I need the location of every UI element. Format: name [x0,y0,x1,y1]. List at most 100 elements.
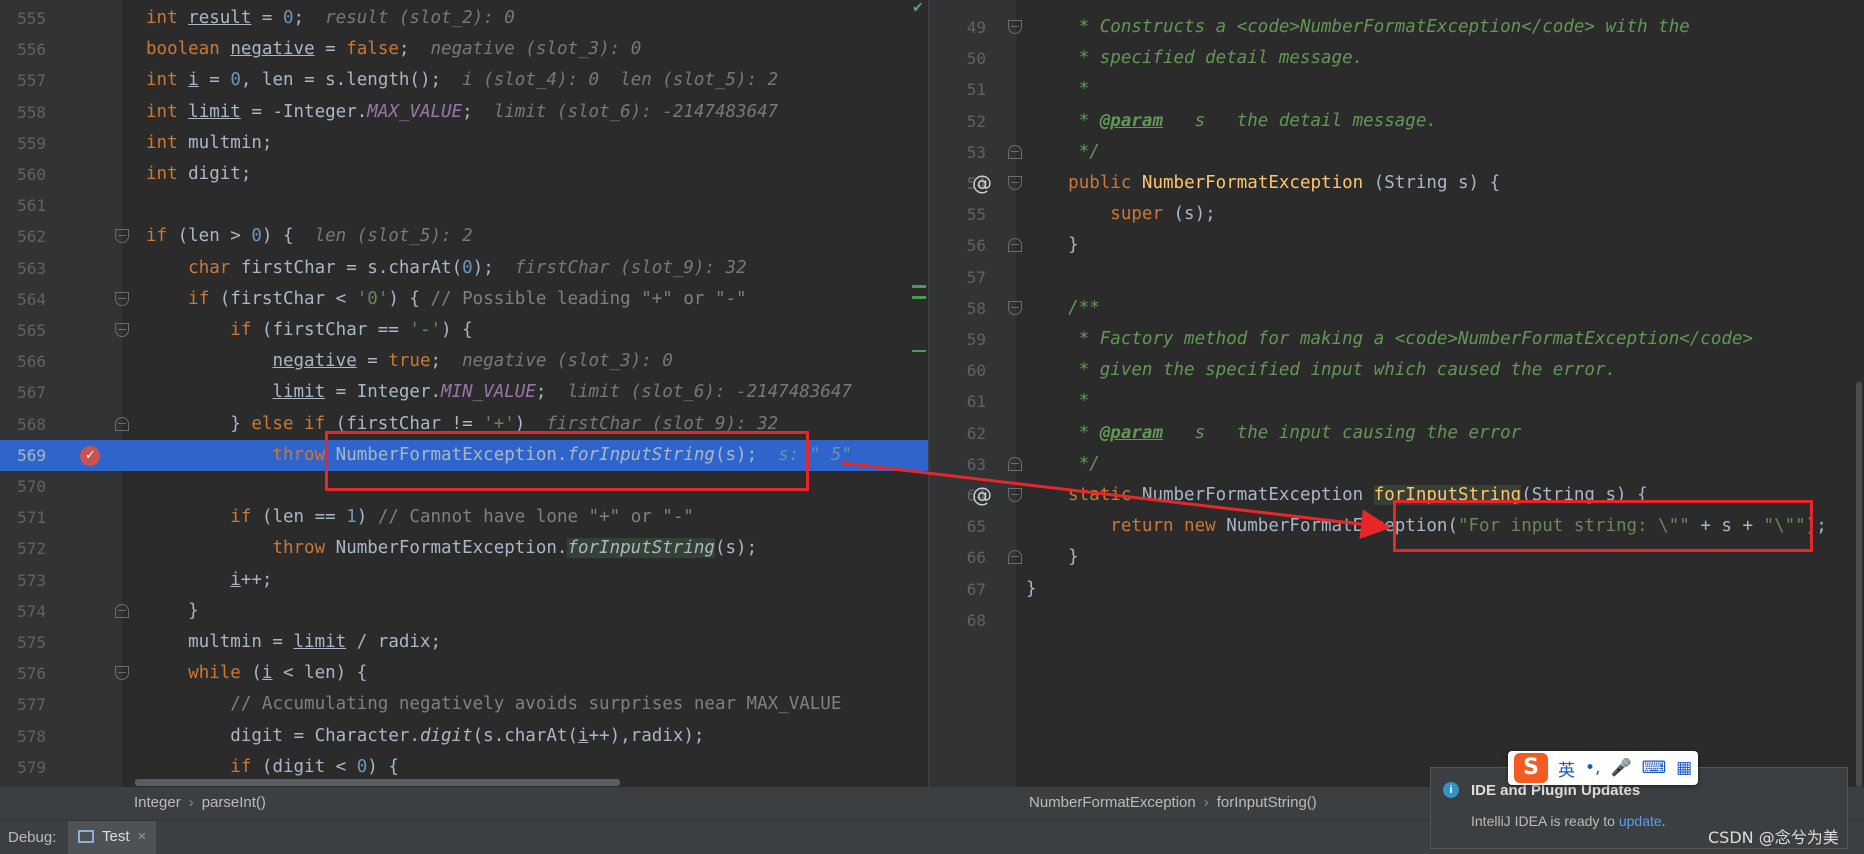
override-marker-icon[interactable]: @ [972,168,992,199]
code-line[interactable]: 578 digit = Character.digit(s.charAt(i++… [0,721,928,752]
fold-toggle-icon[interactable] [1008,550,1022,565]
fold-toggle-icon[interactable] [115,603,129,618]
code-line[interactable]: 57 [930,262,1864,293]
code-line[interactable]: 53 */ [930,137,1864,168]
breadcrumb-method[interactable]: parseInt() [202,794,266,811]
line-number[interactable]: 573 [0,565,46,596]
microphone-icon[interactable]: 🎤 [1610,758,1631,778]
line-number[interactable]: 567 [0,377,46,408]
line-number[interactable]: 57 [940,262,986,293]
fold-toggle-icon[interactable] [1008,144,1022,159]
code-line[interactable]: 567 limit = Integer.MIN_VALUE; limit (sl… [0,377,928,408]
horizontal-scrollbar-thumb[interactable] [135,779,620,786]
line-number[interactable]: 556 [0,34,46,65]
fold-toggle-icon[interactable] [115,416,129,431]
code-line[interactable]: 68 [930,605,1864,636]
code-line[interactable]: 60 * given the specified input which cau… [930,355,1864,386]
line-number[interactable]: 59 [940,324,986,355]
code-line[interactable]: 558 int limit = -Integer.MAX_VALUE; limit… [0,97,928,128]
code-line[interactable]: 59 * Factory method for making a <code>N… [930,324,1864,355]
code-line[interactable]: 576 while (i < len) { [0,658,928,689]
line-number[interactable]: 557 [0,65,46,96]
breadcrumb-method[interactable]: forInputString() [1217,794,1317,811]
code-line[interactable]: 63 */ [930,449,1864,480]
code-line[interactable]: 58 /** [930,293,1864,324]
code-line[interactable]: 562 if (len > 0) { len (slot_5): 2 [0,221,928,252]
code-line[interactable]: 54 @ public NumberFormatException (String… [930,168,1864,199]
debug-tab-test[interactable]: Test × [68,821,157,854]
fold-toggle-icon[interactable] [115,291,129,306]
code-line[interactable]: 577 // Accumulating negatively avoids su… [0,689,928,720]
fold-toggle-icon[interactable] [115,666,129,681]
code-line[interactable]: 573 i++; [0,565,928,596]
fold-toggle-icon[interactable] [1008,300,1022,315]
line-number[interactable]: 55 [940,199,986,230]
line-number[interactable]: 577 [0,689,46,720]
fold-toggle-icon[interactable] [1008,176,1022,190]
line-number[interactable]: 62 [940,418,986,449]
line-number[interactable]: 555 [0,3,46,34]
keyboard-icon[interactable]: ⌨ [1642,758,1667,778]
fold-toggle-icon[interactable] [1008,488,1022,502]
breadcrumb-class[interactable]: NumberFormatException [1029,794,1196,811]
line-number[interactable]: 558 [0,97,46,128]
code-line[interactable]: 564 if (firstChar < '0') { // Possible l… [0,284,928,315]
code-line[interactable]: 62 * @param s the input causing the erro… [930,418,1864,449]
code-line[interactable]: 556 boolean negative = false; negative (s… [0,34,928,65]
vertical-scrollbar-thumb[interactable] [1856,382,1862,787]
right-editor[interactable]: 49 * Constructs a <code>NumberFormatExce… [930,0,1864,787]
code-line[interactable]: 572 throw NumberFormatException.forInput… [0,533,928,564]
code-line[interactable]: 49 * Constructs a <code>NumberFormatExce… [930,12,1864,43]
fold-toggle-icon[interactable] [1008,456,1022,471]
code-line[interactable]: 560 int digit; [0,159,928,190]
line-number[interactable]: 578 [0,721,46,752]
line-number[interactable]: 571 [0,502,46,533]
line-number[interactable]: 572 [0,533,46,564]
line-number[interactable]: 575 [0,627,46,658]
code-line[interactable]: 566 negative = true; negative (slot_3): … [0,346,928,377]
code-line[interactable]: 56 } [930,230,1864,261]
line-number[interactable]: 570 [0,471,46,502]
code-line[interactable]: 557 int i = 0, len = s.length(); i (slot_… [0,65,928,96]
breadcrumb-class[interactable]: Integer [134,794,181,811]
line-number[interactable]: 58 [940,293,986,324]
code-line[interactable]: 51 * [930,74,1864,105]
line-number[interactable]: 67 [940,574,986,605]
code-line[interactable]: 563 char firstChar = s.charAt(0); firstC… [0,253,928,284]
code-line[interactable]: 67} [930,574,1864,605]
code-line[interactable]: 561 [0,190,928,221]
line-number[interactable]: 60 [940,355,986,386]
line-number[interactable]: 61 [940,386,986,417]
line-number[interactable]: 565 [0,315,46,346]
line-number[interactable]: 568 [0,409,46,440]
line-number[interactable]: 50 [940,43,986,74]
code-line[interactable]: 574 } [0,596,928,627]
line-number[interactable]: 53 [940,137,986,168]
line-number[interactable]: 564 [0,284,46,315]
fold-toggle-icon[interactable] [1008,238,1022,253]
update-link[interactable]: update [1619,813,1662,829]
line-number[interactable]: 563 [0,253,46,284]
ime-punctuation-toggle[interactable]: •, [1585,758,1600,778]
code-line[interactable]: 565 if (firstChar == '-') { [0,315,928,346]
override-marker-icon[interactable]: @ [972,480,992,511]
line-number[interactable]: 579 [0,752,46,783]
ime-toolbar[interactable]: S 英 •, 🎤 ⌨ ▦ [1508,751,1698,785]
code-line[interactable]: 55 super (s); [930,199,1864,230]
fold-toggle-icon[interactable] [1008,20,1022,34]
line-number[interactable]: 66 [940,542,986,573]
close-icon[interactable]: × [138,828,147,845]
line-number[interactable]: 63 [940,449,986,480]
code-line[interactable]: 559 int multmin; [0,128,928,159]
line-number[interactable]: 562 [0,221,46,252]
code-line[interactable]: 575 multmin = limit / radix; [0,627,928,658]
line-number[interactable]: 561 [0,190,46,221]
ime-language-toggle[interactable]: 英 [1558,756,1575,781]
ime-logo-icon[interactable]: S [1514,753,1548,783]
line-number[interactable]: 65 [940,511,986,542]
line-number[interactable]: 49 [940,12,986,43]
line-number[interactable]: 574 [0,596,46,627]
code-line[interactable]: 52 * @param s the detail message. [930,106,1864,137]
fold-toggle-icon[interactable] [115,229,129,244]
code-line[interactable]: 61 * [930,386,1864,417]
